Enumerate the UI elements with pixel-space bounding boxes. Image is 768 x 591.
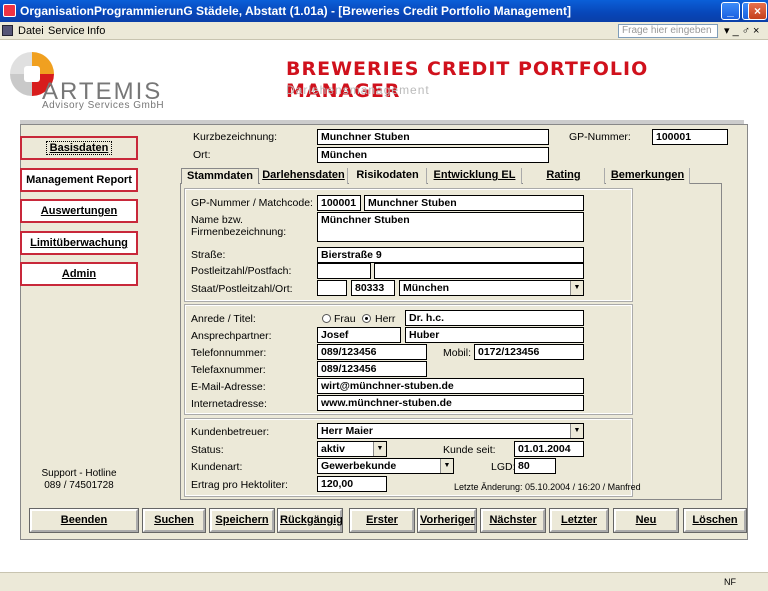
tab-entwicklung-el[interactable]: Entwicklung EL <box>428 168 522 184</box>
gp-nummer-field[interactable]: 100001 <box>652 129 728 145</box>
erster-button[interactable]: Erster <box>349 508 415 533</box>
naechster-button[interactable]: Nächster <box>480 508 546 533</box>
menu-datei[interactable]: Datei <box>18 25 44 37</box>
nav-admin-button[interactable]: Admin <box>20 262 138 286</box>
postfach-input[interactable] <box>374 263 584 279</box>
strasse-input[interactable]: Bierstraße 9 <box>317 247 584 263</box>
logo-subtitle: Advisory Services GmbH <box>42 100 165 111</box>
mobil-label: Mobil: <box>443 347 472 359</box>
hotline-label: Support - Hotline <box>41 468 117 479</box>
telefon-input[interactable]: 089/123456 <box>317 344 427 360</box>
nachname-input[interactable]: Huber <box>405 327 584 343</box>
kundenart-select[interactable]: Gewerbekunde ▼ <box>317 458 454 474</box>
help-search-input[interactable]: Frage hier eingeben <box>618 24 718 38</box>
plz-postfach-label: Postleitzahl/Postfach: <box>191 265 292 277</box>
window-title: OrganisationProgrammierunG Städele, Abst… <box>20 4 571 18</box>
kundenbetreuer-select[interactable]: Herr Maier ▼ <box>317 423 584 439</box>
kunde-seit-input[interactable]: 01.01.2004 <box>514 441 584 457</box>
staat-plz-ort-label: Staat/Postleitzahl/Ort: <box>191 283 293 295</box>
beenden-button[interactable]: Beenden <box>29 508 139 533</box>
neu-button[interactable]: Neu <box>613 508 679 533</box>
telefax-input[interactable]: 089/123456 <box>317 361 427 377</box>
titel-input[interactable]: Dr. h.c. <box>405 310 584 326</box>
ort-select[interactable]: München ▼ <box>399 280 584 296</box>
email-label: E-Mail-Adresse: <box>191 381 266 393</box>
kurzbezeichnung-field[interactable]: Munchner Stuben <box>317 129 549 145</box>
lgd-input[interactable]: 80 <box>514 458 556 474</box>
title-bar: OrganisationProgrammierunG Städele, Abst… <box>0 0 768 22</box>
anrede-label: Anrede / Titel: <box>191 313 256 325</box>
app-subtitle: Darlehensmanagement <box>286 83 430 97</box>
firmenbezeichnung-input[interactable]: Münchner Stuben <box>317 212 584 242</box>
matchcode-input[interactable]: Munchner Stuben <box>364 195 584 211</box>
rueckgaengig-button[interactable]: Rückgängig <box>277 508 343 533</box>
ort-field[interactable]: München <box>317 147 549 163</box>
tab-rating[interactable]: Rating <box>523 168 605 184</box>
nav-management-report-button[interactable]: Management Report <box>20 168 138 192</box>
email-input[interactable]: wirt@münchner-stuben.de <box>317 378 584 394</box>
vorheriger-button[interactable]: Vorheriger <box>417 508 477 533</box>
strasse-label: Straße: <box>191 249 226 261</box>
mdi-controls[interactable]: ▾ _ ♂ × <box>724 24 759 37</box>
plz-input[interactable]: 80333 <box>351 280 395 296</box>
radio-frau[interactable] <box>322 314 331 323</box>
vorname-input[interactable]: Josef <box>317 327 401 343</box>
nav-limitueberwachung-button[interactable]: Limitüberwachung <box>20 231 138 255</box>
status-bar: NF <box>0 572 768 591</box>
kunde-seit-label: Kunde seit: <box>443 444 496 456</box>
tab-darlehensdaten[interactable]: Darlehensdaten <box>260 168 348 184</box>
tab-risikodaten[interactable]: Risikodaten <box>349 168 427 184</box>
mobil-input[interactable]: 0172/123456 <box>474 344 584 360</box>
kundenart-label: Kundenart: <box>191 461 243 473</box>
ertrag-label: Ertrag pro Hektoliter: <box>191 479 288 491</box>
herr-label: Herr <box>375 313 396 325</box>
staat-input[interactable] <box>317 280 347 296</box>
ort-label: Ort: <box>193 149 211 161</box>
telefax-label: Telefaxnummer: <box>191 364 266 376</box>
minimize-button[interactable]: _ <box>721 2 740 20</box>
postleitzahl-input[interactable] <box>317 263 371 279</box>
suchen-button[interactable]: Suchen <box>142 508 206 533</box>
chevron-down-icon[interactable]: ▼ <box>373 442 386 456</box>
lgd-label: LGD: <box>491 461 516 473</box>
telefon-label: Telefonnummer: <box>191 347 267 359</box>
ansprechpartner-label: Ansprechpartner: <box>191 330 272 342</box>
nav-basisdaten-button[interactable]: Basisdaten <box>20 136 138 160</box>
status-label: Status: <box>191 444 224 456</box>
gp-nummer-input[interactable]: 100001 <box>317 195 361 211</box>
tab-bemerkungen[interactable]: Bemerkungen <box>606 168 690 184</box>
hotline-number: 089 / 74501728 <box>44 480 114 491</box>
app-icon <box>3 4 16 17</box>
support-hotline: Support - Hotline 089 / 74501728 <box>20 468 138 492</box>
chevron-down-icon[interactable]: ▼ <box>570 281 583 295</box>
speichern-button[interactable]: Speichern <box>209 508 275 533</box>
chevron-down-icon[interactable]: ▼ <box>440 459 453 473</box>
loeschen-button[interactable]: Löschen <box>683 508 747 533</box>
chevron-down-icon[interactable]: ▼ <box>570 424 583 438</box>
internet-label: Internetadresse: <box>191 398 267 410</box>
nav-auswertungen-button[interactable]: Auswertungen <box>20 199 138 223</box>
menu-bar: Datei Service Info Frage hier eingeben ▾… <box>0 22 768 40</box>
frau-label: Frau <box>334 313 356 325</box>
name-label-2: Firmenbezeichnung: <box>191 226 287 238</box>
document-icon <box>2 25 13 36</box>
name-label-1: Name bzw. <box>191 214 243 226</box>
menu-service[interactable]: Service <box>48 25 85 37</box>
menu-info[interactable]: Info <box>87 25 105 37</box>
tab-stammdaten[interactable]: Stammdaten <box>181 168 259 185</box>
last-change-text: Letzte Änderung: 05.10.2004 / 16:20 / Ma… <box>454 482 641 492</box>
ertrag-input[interactable]: 120,00 <box>317 476 387 492</box>
status-indicator: NF <box>724 577 736 587</box>
radio-herr[interactable] <box>362 314 371 323</box>
internet-input[interactable]: www.münchner-stuben.de <box>317 395 584 411</box>
close-button[interactable]: × <box>748 2 767 20</box>
status-select[interactable]: aktiv ▼ <box>317 441 387 457</box>
gp-nummer-label: GP-Nummer: <box>569 131 631 143</box>
kurzbezeichnung-label: Kurzbezeichnung: <box>193 131 278 143</box>
gp-matchcode-label: GP-Nummer / Matchcode: <box>191 197 313 209</box>
kundenbetreuer-label: Kundenbetreuer: <box>191 426 270 438</box>
letzter-button[interactable]: Letzter <box>549 508 609 533</box>
